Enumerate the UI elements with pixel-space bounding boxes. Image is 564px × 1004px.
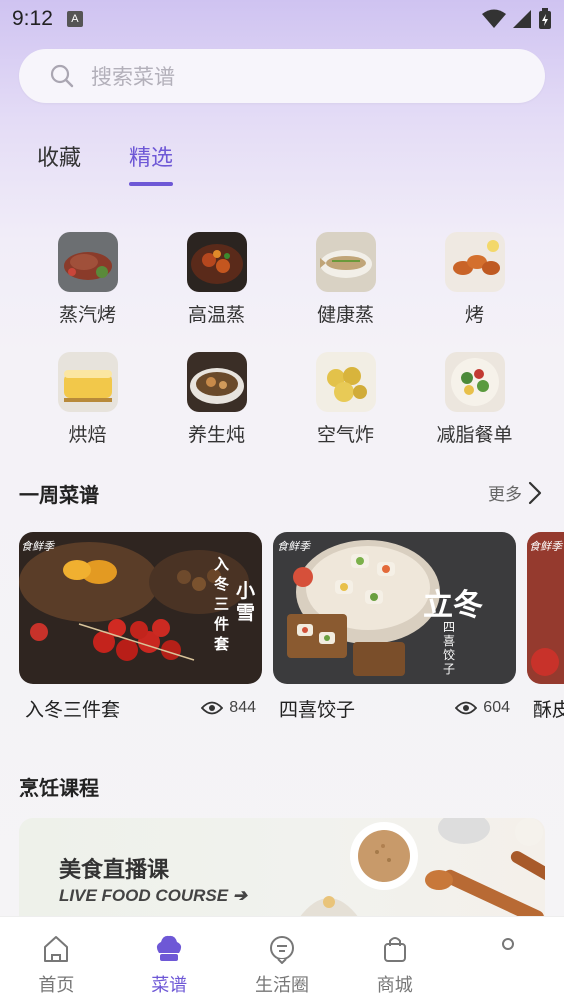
more-link[interactable]: 更多 <box>488 480 542 505</box>
view-count-value: 604 <box>483 699 510 716</box>
category-fat-loss-menu[interactable]: 减脂餐单 <box>410 352 539 472</box>
view-count: 604 <box>455 699 510 717</box>
category-air-fry[interactable]: 空气炸 <box>281 352 410 472</box>
recipe-card[interactable]: 食鲜季 酥皮 <box>527 532 564 722</box>
steamed-fish-photo <box>315 232 376 292</box>
category-roast[interactable]: 烤 <box>410 232 539 352</box>
nav-label: 生活圈 <box>254 975 309 996</box>
course-section-title: 烹饪课程 <box>19 776 99 800</box>
search-icon <box>50 64 74 88</box>
recipe-tabs: 收藏 精选 <box>37 140 174 186</box>
salad-photo <box>444 352 505 412</box>
image-caption-accent: 小雪 <box>236 580 256 624</box>
profile-dot-icon <box>492 933 524 965</box>
notification-icon: A <box>66 11 83 27</box>
recipe-card-title: 酥皮 <box>533 698 564 721</box>
nav-life-circle[interactable]: 生活圈 <box>226 917 339 1004</box>
category-baking[interactable]: 烘焙 <box>23 352 152 472</box>
search-placeholder: 搜索菜谱 <box>91 65 175 89</box>
home-icon <box>40 933 72 965</box>
brand-logo: 食鲜季 <box>529 540 562 553</box>
image-caption-accent: 立冬 <box>423 588 483 623</box>
category-label: 空气炸 <box>316 424 374 446</box>
category-label: 烘焙 <box>68 424 107 446</box>
recipe-card-image: 食鲜季 <box>527 532 564 684</box>
category-label: 减脂餐单 <box>436 424 513 446</box>
banner-illustration <box>299 818 545 918</box>
recipe-card-title: 入冬三件套 <box>25 698 121 721</box>
grilled-wings-photo <box>444 232 505 292</box>
recipe-card-title: 四喜饺子 <box>279 698 356 721</box>
nav-label: 首页 <box>38 975 75 996</box>
chat-circle-icon <box>266 933 298 965</box>
search-input[interactable]: 搜索菜谱 <box>19 49 545 103</box>
nav-label: 商城 <box>376 975 413 996</box>
live-course-banner[interactable]: 美食直播课 LIVE FOOD COURSE ➔ <box>19 818 545 918</box>
brand-logo: 食鲜季 <box>277 540 310 553</box>
chef-hat-icon <box>153 933 185 965</box>
category-label: 高温蒸 <box>187 304 245 326</box>
nav-recipes[interactable]: 菜谱 <box>113 917 226 1004</box>
recipe-card-image: 食鲜季 入冬三件套 小雪 <box>19 532 262 684</box>
category-health-stew[interactable]: 养生炖 <box>152 352 281 472</box>
fried-potato-photo <box>315 352 376 412</box>
nav-profile[interactable] <box>451 917 564 1004</box>
cake-photo <box>57 352 118 412</box>
category-label: 养生炖 <box>187 424 245 446</box>
category-high-temp-steam[interactable]: 高温蒸 <box>152 232 281 352</box>
category-healthy-steam[interactable]: 健康蒸 <box>281 232 410 352</box>
view-count: 844 <box>201 699 256 717</box>
image-caption: 四喜饺子 <box>443 620 456 676</box>
category-label: 健康蒸 <box>316 304 374 326</box>
braised-dish-photo <box>186 232 247 292</box>
status-icons <box>482 8 552 30</box>
eye-icon <box>201 701 224 715</box>
bottom-nav: 首页 菜谱 生活圈 商城 <box>0 916 564 1004</box>
view-count-value: 844 <box>229 699 256 716</box>
tab-featured[interactable]: 精选 <box>129 140 174 186</box>
recipe-card[interactable]: 食鲜季 入冬三件套 小雪 入冬三件套 844 <box>19 532 262 722</box>
recipe-card[interactable]: 食鲜季 立冬 四喜饺子 四喜饺子 604 <box>273 532 516 722</box>
eye-icon <box>455 701 478 715</box>
category-label: 烤 <box>464 304 484 326</box>
category-grid: 蒸汽烤 高温蒸 健康蒸 烤 烘焙 养生炖 空气炸 减脂餐单 <box>0 232 564 472</box>
status-time: 9:12 <box>12 7 53 30</box>
wifi-icon <box>482 9 506 28</box>
weekly-section-title: 一周菜谱 <box>19 483 99 507</box>
weekly-recipe-list: 食鲜季 入冬三件套 小雪 入冬三件套 844 食鲜季 立冬 四喜饺子 四喜饺子 … <box>19 532 564 732</box>
image-caption: 入冬三件套 <box>214 555 230 653</box>
recipe-card-image: 食鲜季 立冬 四喜饺子 <box>273 532 516 684</box>
nav-label: 菜谱 <box>151 975 188 996</box>
tab-favorites[interactable]: 收藏 <box>37 140 81 184</box>
steak-photo <box>57 232 118 292</box>
category-steam-roast[interactable]: 蒸汽烤 <box>23 232 152 352</box>
stew-photo <box>186 352 247 412</box>
brand-logo: 食鲜季 <box>21 540 54 553</box>
banner-subtitle: LIVE FOOD COURSE ➔ <box>59 886 248 905</box>
shopping-bag-icon <box>379 933 411 965</box>
battery-icon <box>539 8 551 29</box>
chevron-right-icon <box>528 481 542 504</box>
signal-icon <box>513 10 531 28</box>
banner-title: 美食直播课 <box>59 858 170 883</box>
category-label: 蒸汽烤 <box>58 304 116 326</box>
more-label: 更多 <box>488 485 522 505</box>
status-bar: 9:12 A <box>0 0 564 38</box>
nav-mall[interactable]: 商城 <box>338 917 451 1004</box>
nav-home[interactable]: 首页 <box>0 917 113 1004</box>
